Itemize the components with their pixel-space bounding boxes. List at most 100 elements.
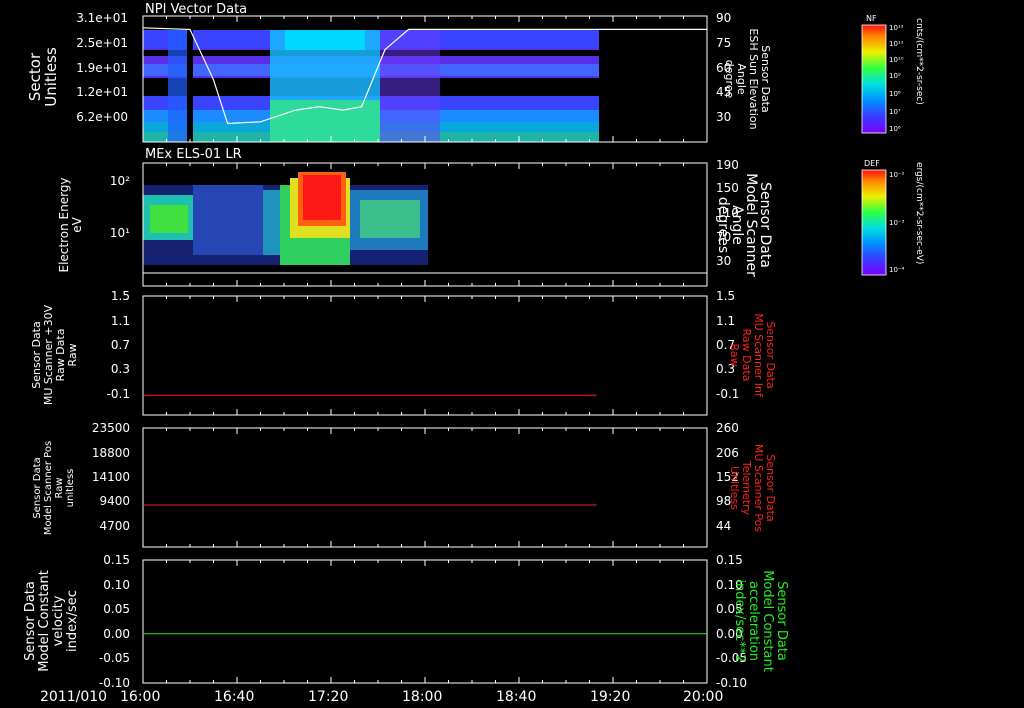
npi-left-tick: 3.1e+01 (76, 11, 128, 25)
pos-left-tick: 9400 (99, 494, 130, 508)
npi-right-tick: 30 (716, 110, 731, 124)
def-colorbar-tick: 10⁻² (889, 171, 905, 179)
pos-left-tick: 23500 (92, 421, 130, 435)
def-colorbar: DEF 10⁻² 10⁻³ 10⁻⁴ ergs/(cm**2-sr-sec-eV… (861, 159, 924, 276)
pos-left-tick: 18800 (92, 446, 130, 460)
vel-right-label: Model Constant (760, 570, 775, 672)
els-left-label: eV (70, 216, 84, 232)
els-heatmap (143, 168, 428, 286)
nf-colorbar-tick: 10⁶ (889, 125, 901, 133)
def-colorbar-gradient (861, 169, 887, 276)
pos-right-tick: 206 (716, 446, 739, 460)
mu-raw-left-ticks: 1.5 1.1 0.7 0.3 -0.1 (107, 289, 130, 401)
nf-colorbar-tick: 10⁷ (889, 108, 901, 116)
vel-frame (142, 559, 708, 684)
els-right-tick: 150 (716, 181, 739, 195)
vel-right-label: index/sec**2 (732, 579, 747, 662)
nf-colorbar-unit: cnts/(cm**2-sr-sec) (914, 18, 924, 105)
mu-raw-left-tick: 0.7 (111, 338, 130, 352)
mu-raw-right-tick: 1.1 (716, 314, 735, 328)
pos-panel: 23500 18800 14100 9400 4700 260 206 152 … (32, 421, 777, 548)
vel-panel: 0.15 0.10 0.05 0.00 -0.05 -0.10 0.15 0.1… (23, 553, 789, 690)
def-colorbar-label: DEF (864, 159, 880, 168)
els-right-label: degrees (715, 197, 731, 253)
mu-raw-right-tick: -0.1 (716, 387, 739, 401)
npi-left-tick: 1.9e+01 (76, 61, 128, 75)
def-colorbar-tick: 10⁻³ (889, 219, 905, 227)
mu-raw-right-tick: 1.5 (716, 289, 735, 303)
time-axis-tick-label: 18:00 (402, 689, 442, 705)
vel-left-label: index/sec (65, 590, 80, 652)
els-right-tick: 190 (716, 158, 739, 172)
mu-raw-left-label: Raw (66, 343, 79, 366)
mu-raw-panel: 1.5 1.1 0.7 0.3 -0.1 1.5 1.1 0.7 0.3 -0.… (30, 289, 777, 416)
mu-raw-left-tick: 0.3 (111, 362, 130, 376)
vel-left-label: Sensor Data (23, 581, 38, 661)
pos-frame (142, 427, 708, 548)
nf-colorbar-tick: 10⁹ (889, 72, 901, 80)
npi-left-tick: 1.2e+01 (76, 85, 128, 99)
time-axis-tick-label: 19:20 (590, 689, 630, 705)
vel-left-ticks: 0.15 0.10 0.05 0.00 -0.05 -0.10 (99, 553, 130, 690)
npi-panel: NPI Vector Data 3.1e+01 2.5e+01 1.9e+01 … (26, 2, 772, 143)
npi-right-tick: 75 (716, 36, 731, 50)
els-left-ticks: 10² 10¹ (110, 174, 130, 240)
nf-colorbar-tick: 10¹² (889, 24, 904, 32)
els-title: MEx ELS-01 LR (145, 147, 242, 162)
pos-left-label: Sensor Data (32, 457, 43, 518)
pos-left-tick: 4700 (99, 519, 130, 533)
time-axis: 2011/010 16:00 16:40 17:20 18:00 18:40 1… (40, 689, 723, 705)
time-axis-tick-label: 17:20 (308, 689, 348, 705)
time-axis-tick-label: 18:40 (496, 689, 536, 705)
els-left-label: Electron Energy (57, 177, 71, 272)
nf-colorbar-tick: 10¹¹ (889, 40, 904, 48)
mu-raw-frame (142, 295, 708, 416)
def-colorbar-unit: ergs/(cm**2-sr-sec-eV) (914, 162, 924, 264)
npi-title: NPI Vector Data (145, 2, 247, 17)
nf-colorbar-gradient (861, 24, 887, 134)
vel-left-tick: 0.05 (103, 602, 130, 616)
vel-left-label: velocity (51, 595, 66, 646)
pos-right-tick: 44 (716, 519, 731, 533)
pos-left-label: Model Scanner Pos (43, 441, 54, 535)
vel-left-tick: 0.00 (103, 627, 130, 641)
nf-colorbar-label: NF (866, 14, 877, 23)
mu-raw-left-tick: -0.1 (107, 387, 130, 401)
chart-canvas: NPI Vector Data 3.1e+01 2.5e+01 1.9e+01 … (23, 2, 924, 705)
pos-left-tick: 14100 (92, 470, 130, 484)
pos-left-label: Raw (54, 477, 65, 498)
vel-left-tick: -0.05 (99, 651, 130, 665)
def-colorbar-tick: 10⁻⁴ (889, 266, 905, 274)
npi-right-tick: 90 (716, 11, 731, 25)
npi-left-ticks: 3.1e+01 2.5e+01 1.9e+01 1.2e+01 6.2e+00 (76, 11, 128, 124)
time-axis-tick-label: 16:40 (214, 689, 254, 705)
mu-raw-right-label: Raw (728, 343, 741, 366)
time-axis-date: 2011/010 (40, 689, 107, 705)
npi-left-tick: 6.2e+00 (76, 110, 128, 124)
pos-left-ticks: 23500 18800 14100 9400 4700 (92, 421, 130, 533)
nf-colorbar-tick: 10¹⁰ (889, 56, 904, 64)
mu-raw-left-tick: 1.5 (111, 289, 130, 303)
npi-left-label: Unitless (42, 47, 60, 107)
time-axis-tick-label: 16:00 (120, 689, 160, 705)
nf-colorbar: NF 10¹² 10¹¹ 10¹⁰ 10⁹ 10⁸ 10⁷ 10⁶ cnts/(… (861, 14, 924, 134)
els-left-tick: 10¹ (110, 226, 130, 240)
vel-right-label: acceleration (746, 581, 761, 661)
vel-left-tick: 0.10 (103, 578, 130, 592)
mu-raw-left-tick: 1.1 (111, 314, 130, 328)
npi-heatmap (143, 30, 599, 142)
els-left-tick: 10² (110, 174, 130, 188)
time-axis-tick-label: 20:00 (683, 689, 723, 705)
pos-right-label: Unitless (728, 466, 741, 510)
vel-left-tick: 0.15 (103, 553, 130, 567)
pos-right-tick: 260 (716, 421, 739, 435)
pos-left-label: unitless (65, 469, 76, 508)
nf-colorbar-tick: 10⁸ (889, 90, 901, 98)
npi-left-tick: 2.5e+01 (76, 36, 128, 50)
vel-left-label: Model Constant (37, 570, 52, 672)
vel-right-tick: -0.10 (716, 676, 747, 690)
vel-left-tick: -0.10 (99, 676, 130, 690)
els-right-tick: 30 (716, 254, 731, 268)
vel-right-tick: 0.15 (716, 553, 743, 567)
npi-right-label: degree (723, 60, 736, 99)
